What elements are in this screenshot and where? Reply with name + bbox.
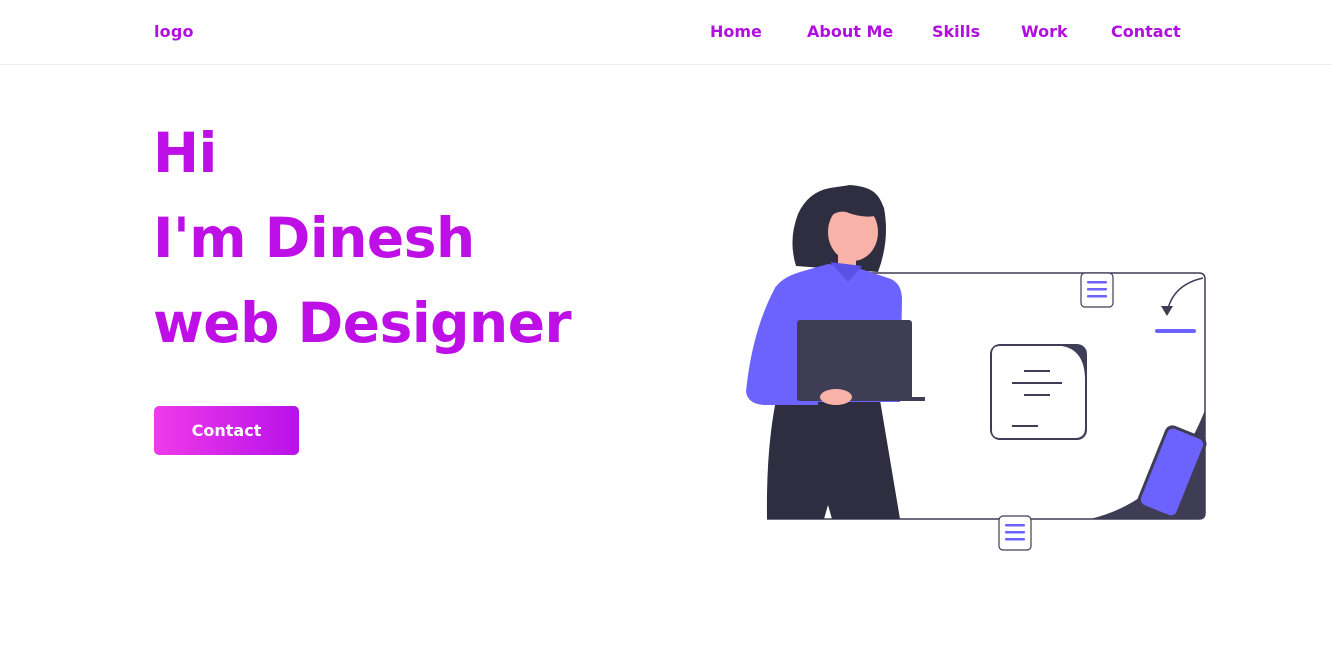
contact-button[interactable]: Contact (154, 406, 299, 455)
page: logo Home About Me Skills Work Contact H… (0, 0, 1332, 652)
menu-icon (1080, 272, 1114, 308)
nav-about-me[interactable]: About Me (807, 22, 893, 41)
nav-skills[interactable]: Skills (932, 22, 980, 41)
nav-work[interactable]: Work (1021, 22, 1068, 41)
main-nav: Home About Me Skills Work Contact (0, 22, 1332, 44)
hero-greeting: Hi (153, 121, 217, 185)
hero-role: web Designer (153, 291, 572, 355)
site-header: logo Home About Me Skills Work Contact (0, 0, 1332, 65)
menu-icon (998, 515, 1032, 551)
purple-dash (1155, 329, 1196, 333)
arrow-icon (1166, 277, 1204, 314)
woman-figure (746, 185, 925, 519)
hero-illustration (746, 185, 1207, 551)
hero-name: I'm Dinesh (153, 206, 475, 270)
text-card (990, 344, 1087, 440)
nav-home[interactable]: Home (710, 22, 762, 41)
nav-contact[interactable]: Contact (1111, 22, 1181, 41)
